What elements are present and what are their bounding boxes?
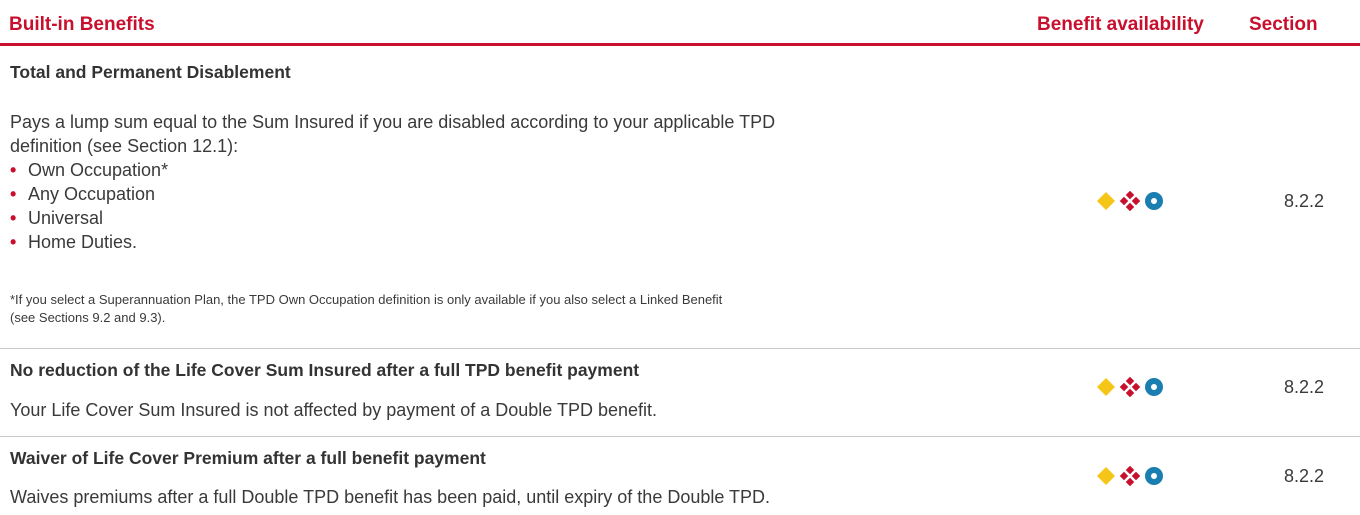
benefit-availability-icons: [1097, 377, 1173, 397]
list-item-label: Home Duties.: [28, 232, 138, 252]
circle-dot-icon: [1145, 192, 1163, 210]
circle-dot-icon: [1145, 467, 1163, 485]
benefit-availability-icons: [1097, 191, 1173, 211]
row-divider: [0, 436, 1360, 437]
row-title: No reduction of the Life Cover Sum Insur…: [10, 360, 640, 380]
section-number: 8.2.2: [1284, 191, 1325, 211]
diamond-icon: [1097, 192, 1115, 210]
row-description-line: Pays a lump sum equal to the Sum Insured…: [10, 112, 776, 132]
bullet-icon: •: [10, 208, 17, 228]
clover-icon: [1119, 377, 1141, 397]
list-item: • Own Occupation*: [10, 158, 168, 182]
circle-dot-icon: [1145, 378, 1163, 396]
benefit-availability-icons: [1097, 466, 1173, 486]
row-description: Pays a lump sum equal to the Sum Insured…: [10, 110, 775, 158]
footnote: *If you select a Superannuation Plan, th…: [10, 291, 1010, 327]
diamond-icon: [1097, 378, 1115, 396]
bullet-icon: •: [10, 232, 17, 252]
list-item-label: Universal: [28, 208, 104, 228]
definition-list: • Own Occupation* • Any Occupation • Univer…: [10, 158, 168, 254]
bullet-icon: •: [10, 184, 17, 204]
table-header: Built-in Benefits Benefit availability S…: [0, 0, 1360, 46]
availability-icons-svg: [1097, 466, 1163, 486]
section-number: 8.2.2: [1284, 466, 1325, 486]
bullet-icon: •: [10, 160, 17, 180]
row-title: Total and Permanent Disablement: [10, 62, 291, 82]
list-item-label: Own Occupation*: [28, 160, 169, 180]
clover-icon: [1119, 466, 1141, 486]
list-item: • Any Occupation: [10, 182, 168, 206]
footnote-line: (see Sections 9.2 and 9.3).: [10, 310, 166, 325]
header-rule: [0, 43, 1360, 46]
row-title: Waiver of Life Cover Premium after a ful…: [10, 448, 486, 468]
footnote-line: *If you select a Superannuation Plan, th…: [10, 292, 723, 307]
row-divider: [0, 348, 1360, 349]
section-number: 8.2.2: [1284, 377, 1325, 397]
row-description: Your Life Cover Sum Insured is not affec…: [10, 400, 658, 420]
row-description: Waives premiums after a full Double TPD …: [10, 487, 771, 507]
availability-icons-svg: [1097, 377, 1163, 397]
list-item: • Universal: [10, 206, 168, 230]
list-item-label: Any Occupation: [28, 184, 156, 204]
availability-icons-svg: [1097, 191, 1163, 211]
row-description-line: definition (see Section 12.1):: [10, 136, 239, 156]
diamond-icon: [1097, 467, 1115, 485]
list-item: • Home Duties.: [10, 230, 168, 254]
header-benefit-availability: Benefit availability: [1037, 14, 1204, 35]
header-built-in-benefits: Built-in Benefits: [9, 14, 155, 35]
header-section: Section: [1249, 14, 1318, 35]
clover-icon: [1119, 191, 1141, 211]
